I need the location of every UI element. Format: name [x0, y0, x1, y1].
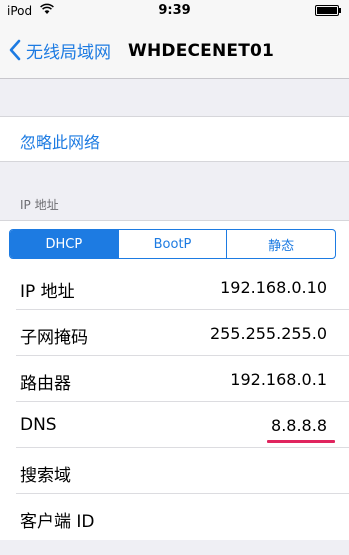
router-label: 路由器	[20, 374, 71, 394]
battery-icon	[315, 5, 341, 16]
subnet-mask-label: 子网掩码	[20, 328, 88, 348]
ip-address-label: IP 地址	[20, 282, 75, 302]
page-title: WHDECENET01	[128, 41, 275, 61]
navigation-bar: 无线局域网 WHDECENET01	[0, 22, 349, 79]
clock: 9:39	[158, 3, 191, 18]
subnet-mask-value: 255.255.255.0	[209, 324, 327, 343]
segment-bootp[interactable]: BootP	[117, 230, 227, 258]
ip-info-list: IP 地址 192.168.0.10 子网掩码 255.255.255.0 路由…	[0, 264, 349, 540]
row-dns[interactable]: DNS 8.8.8.8	[0, 402, 349, 448]
chevron-left-icon	[9, 39, 21, 61]
back-label: 无线局域网	[26, 42, 111, 63]
dns-label: DNS	[20, 415, 57, 435]
ip-mode-section: DHCP BootP 静态	[0, 220, 349, 264]
client-id-label: 客户端 ID	[20, 512, 95, 532]
dns-value[interactable]: 8.8.8.8	[271, 416, 327, 435]
ip-mode-segmented-control: DHCP BootP 静态	[9, 229, 336, 259]
dns-annotation-underline	[267, 440, 335, 443]
row-search-domain[interactable]: 搜索域	[0, 448, 349, 494]
row-client-id[interactable]: 客户端 ID	[0, 494, 349, 540]
row-subnet-mask: 子网掩码 255.255.255.0	[0, 310, 349, 356]
ip-section-header: IP 地址	[20, 198, 59, 212]
status-bar: iPod 9:39	[0, 0, 349, 22]
forget-network-button[interactable]: 忽略此网络	[0, 116, 349, 162]
segment-dhcp[interactable]: DHCP	[10, 230, 118, 258]
segment-static[interactable]: 静态	[226, 230, 335, 258]
row-router: 路由器 192.168.0.1	[0, 356, 349, 402]
back-button[interactable]: 无线局域网	[8, 36, 111, 64]
router-value: 192.168.0.1	[230, 370, 327, 389]
ip-address-value: 192.168.0.10	[220, 278, 327, 297]
search-domain-label: 搜索域	[20, 466, 71, 486]
row-ip-address: IP 地址 192.168.0.10	[0, 264, 349, 310]
forget-network-label: 忽略此网络	[20, 133, 101, 152]
